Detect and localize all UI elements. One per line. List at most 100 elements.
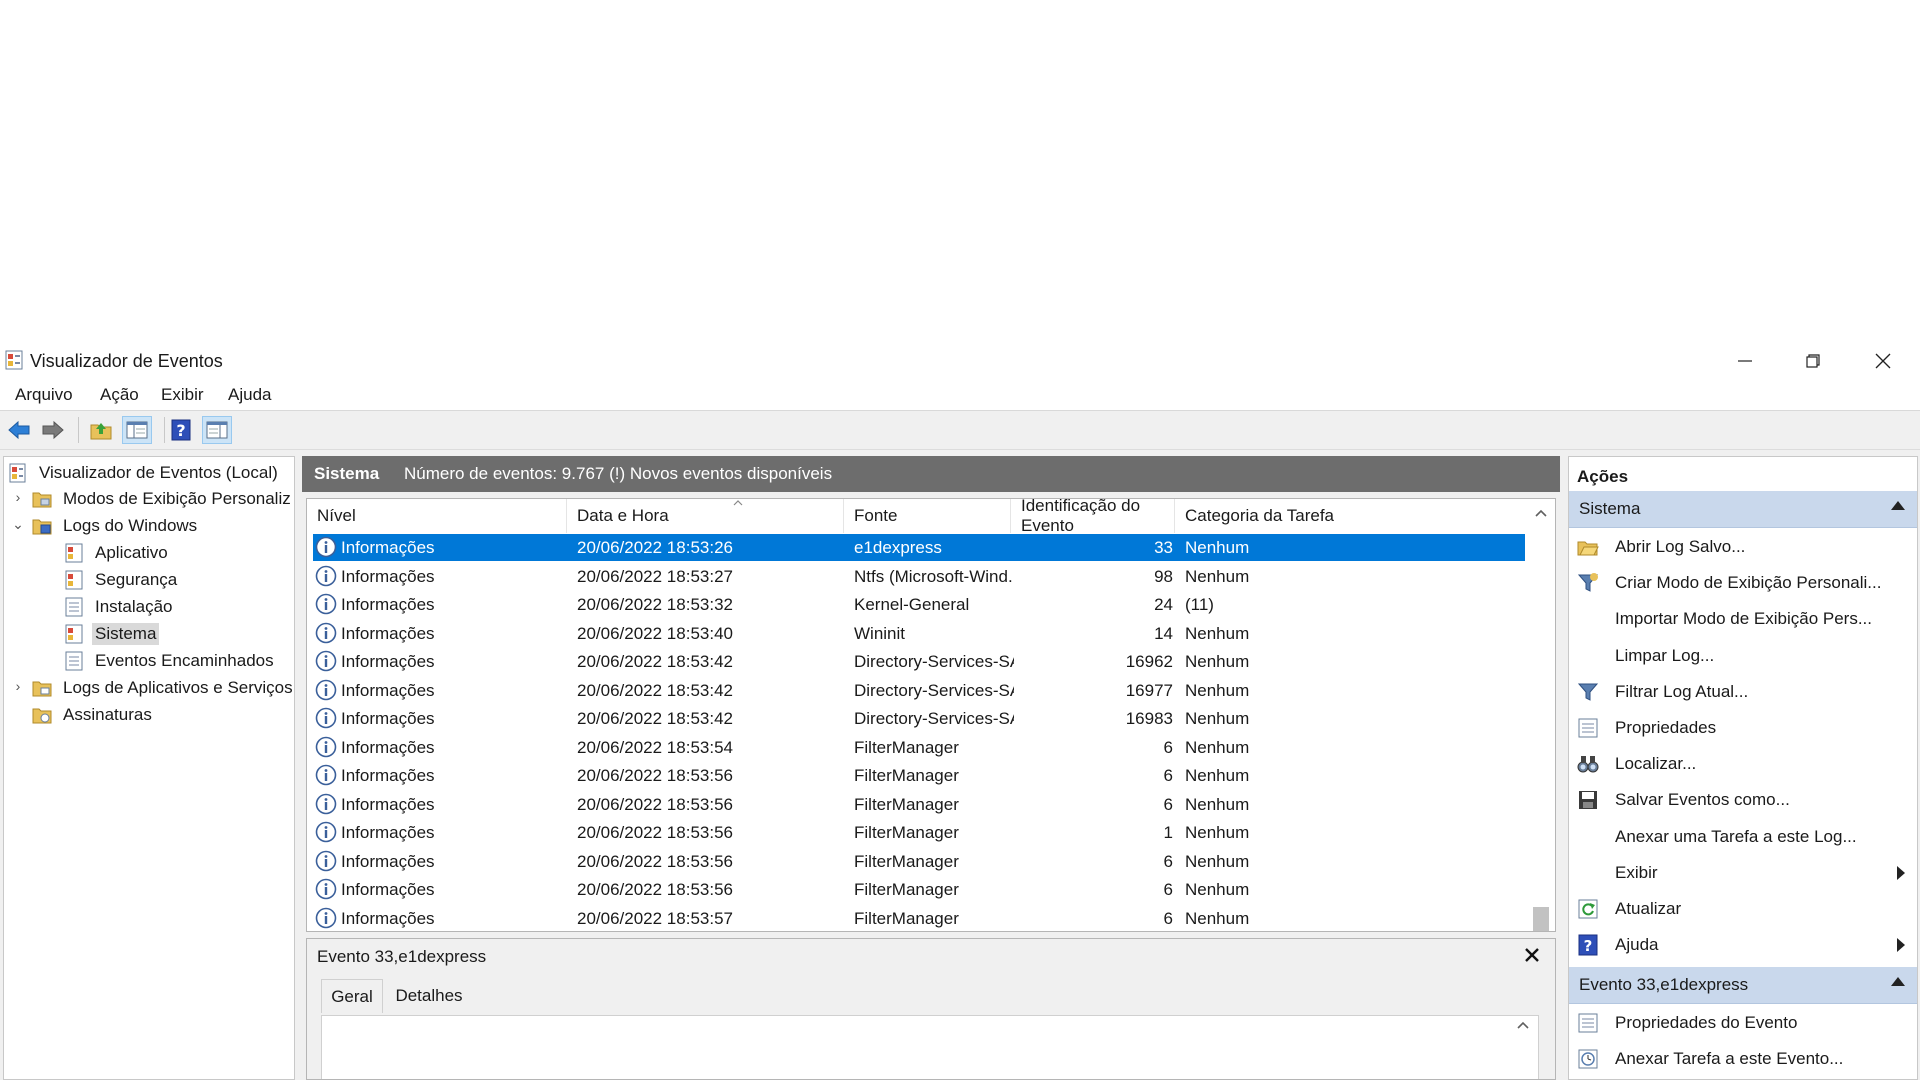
table-row[interactable]: Informações 20/06/2022 18:53:42 Directory-… (307, 676, 1526, 705)
back-button[interactable] (4, 416, 34, 444)
action-item[interactable]: Anexar uma Tarefa a este Log... (1569, 818, 1917, 854)
table-row[interactable]: Informações 20/06/2022 18:53:56 FilterMana… (307, 875, 1526, 904)
action-item[interactable]: ? Ajuda (1569, 926, 1917, 962)
action-item[interactable]: Propriedades do Evento (1569, 1004, 1917, 1040)
tree-item-sistema[interactable]: Sistema (64, 621, 160, 647)
tree-item-label: Segurança (95, 570, 178, 589)
info-icon (315, 536, 337, 558)
menu-ajuda[interactable]: Ajuda (228, 385, 271, 405)
action-item[interactable]: Salvar Eventos como... (1569, 781, 1917, 817)
column-header-fonte[interactable]: Fonte (844, 499, 1011, 533)
action-label: Salvar Eventos como... (1615, 790, 1790, 810)
table-row[interactable]: Informações 20/06/2022 18:53:26 e1dexpress… (307, 533, 1526, 562)
title-bar: Visualizador de Eventos (0, 344, 1920, 378)
collapse-chevron-down-icon[interactable]: ⌄ (11, 516, 25, 532)
tree-item-label: Visualizador de Eventos (Local) (39, 463, 278, 482)
action-item[interactable]: Propriedades (1569, 709, 1917, 745)
action-item[interactable]: Filtrar Log Atual... (1569, 673, 1917, 709)
action-item[interactable]: Atualizar (1569, 890, 1917, 926)
toolbar-separator (78, 417, 79, 443)
event-detail-content (321, 1015, 1539, 1079)
refresh-icon (1577, 898, 1599, 920)
actions-section-evento[interactable]: Evento 33,e1dexpress (1569, 967, 1917, 1004)
task-icon (1577, 1048, 1599, 1070)
event-detail-title: Evento 33,e1dexpress (317, 947, 487, 966)
table-row[interactable]: Informações 20/06/2022 18:53:56 FilterMana… (307, 847, 1526, 876)
tree-item-app-service-logs[interactable]: Logs de Aplicativos e Serviços (32, 675, 294, 701)
action-item[interactable]: Importar Modo de Exibição Pers... (1569, 600, 1917, 636)
tree-item-label: Aplicativo (95, 543, 168, 562)
cell-source: Directory-Services-SAM (854, 680, 1014, 700)
table-row[interactable]: Informações 20/06/2022 18:53:27 Ntfs (Micr… (307, 562, 1526, 591)
cell-datetime: 20/06/2022 18:53:56 (577, 794, 733, 814)
properties-icon (1577, 717, 1599, 739)
cell-level: Informações (341, 680, 435, 700)
action-item[interactable]: Localizar... (1569, 745, 1917, 781)
tree-item-eventos-encaminhados[interactable]: Eventos Encaminhados (64, 648, 277, 674)
cell-event-id: 6 (1163, 766, 1173, 785)
expand-chevron-right-icon[interactable]: › (11, 678, 25, 694)
cell-level: Informações (341, 766, 435, 785)
cell-category: Nenhum (1185, 880, 1250, 899)
close-icon (1875, 353, 1891, 369)
restore-icon (1806, 354, 1820, 368)
action-item[interactable]: Limpar Log... (1569, 637, 1917, 673)
tree-item-label: Logs de Aplicativos e Serviços (63, 678, 293, 697)
info-icon (315, 679, 337, 701)
tree-item-assinaturas[interactable]: Assinaturas (32, 702, 155, 728)
table-row[interactable]: Informações 20/06/2022 18:53:56 FilterMana… (307, 761, 1526, 790)
help-button[interactable]: ? (166, 416, 196, 444)
expand-chevron-right-icon[interactable]: › (11, 489, 25, 505)
cell-level: Informações (341, 566, 435, 586)
log-icon (65, 570, 83, 590)
table-row[interactable]: Informações 20/06/2022 18:53:40 Wininit 14 N… (307, 619, 1526, 648)
menu-acao[interactable]: Ação (100, 385, 139, 405)
column-header-label: Data e Hora (577, 506, 669, 525)
column-header-data-hora[interactable]: Data e Hora (567, 499, 844, 533)
tree-item-windows-logs[interactable]: Logs do Windows (32, 513, 200, 539)
show-hide-action-pane-button[interactable] (202, 416, 232, 444)
menu-bar: Arquivo Ação Exibir Ajuda (0, 378, 1920, 411)
table-row[interactable]: Informações 20/06/2022 18:53:42 Directory-… (307, 647, 1526, 676)
table-row[interactable]: Informações 20/06/2022 18:53:56 FilterMana… (307, 818, 1526, 847)
action-item[interactable]: Exibir (1569, 854, 1917, 890)
show-hide-tree-button[interactable] (122, 416, 152, 444)
tree-item-aplicativo[interactable]: Aplicativo (64, 540, 171, 566)
tree-item-event-viewer-local[interactable]: Visualizador de Eventos (Local) (8, 460, 281, 486)
action-item[interactable]: Criar Modo de Exibição Personali... (1569, 564, 1917, 600)
menu-exibir[interactable]: Exibir (161, 385, 204, 405)
back-arrow-icon (8, 420, 30, 440)
vertical-scrollbar[interactable] (1526, 499, 1555, 931)
column-header-id[interactable]: Identificação do Evento (1011, 499, 1175, 535)
actions-heading-label: Ações (1577, 467, 1629, 486)
cell-level: Informações (341, 823, 435, 842)
tab-geral[interactable]: Geral (321, 979, 383, 1013)
up-folder-button[interactable] (86, 416, 116, 444)
table-row[interactable]: Informações 20/06/2022 18:53:42 Directory-… (307, 704, 1526, 733)
tree-item-custom-views[interactable]: Modos de Exibição Personaliz (32, 486, 294, 512)
tree-item-instalacao[interactable]: Instalação (64, 594, 176, 620)
restore-button[interactable] (1782, 344, 1844, 378)
filter-create-icon (1577, 572, 1599, 594)
column-header-nivel[interactable]: Nível (307, 499, 567, 533)
minimize-button[interactable] (1714, 344, 1776, 378)
menu-arquivo[interactable]: Arquivo (15, 385, 73, 405)
cell-datetime: 20/06/2022 18:53:56 (577, 823, 733, 842)
action-item[interactable]: Anexar Tarefa a este Evento... (1569, 1040, 1917, 1076)
action-label: Ajuda (1615, 935, 1659, 955)
close-detail-button[interactable] (1525, 945, 1539, 968)
tree-item-label: Sistema (92, 623, 160, 645)
cell-event-id: 16977 (1125, 680, 1173, 700)
tree-item-seguranca[interactable]: Segurança (64, 567, 180, 593)
action-item[interactable]: Abrir Log Salvo... (1569, 528, 1917, 564)
table-row[interactable]: Informações 20/06/2022 18:53:32 Kernel-Gen… (307, 590, 1526, 619)
close-button[interactable] (1852, 344, 1914, 378)
table-row[interactable]: Informações 20/06/2022 18:53:54 FilterMana… (307, 733, 1526, 762)
forward-button[interactable] (38, 416, 68, 444)
table-row[interactable]: Informações 20/06/2022 18:53:57 FilterMana… (307, 904, 1526, 932)
column-header-categoria[interactable]: Categoria da Tarefa (1175, 499, 1343, 533)
tab-detalhes[interactable]: Detalhes (389, 979, 469, 1013)
info-icon (315, 593, 337, 615)
table-row[interactable]: Informações 20/06/2022 18:53:56 FilterMana… (307, 790, 1526, 819)
actions-section-sistema[interactable]: Sistema (1569, 491, 1917, 528)
